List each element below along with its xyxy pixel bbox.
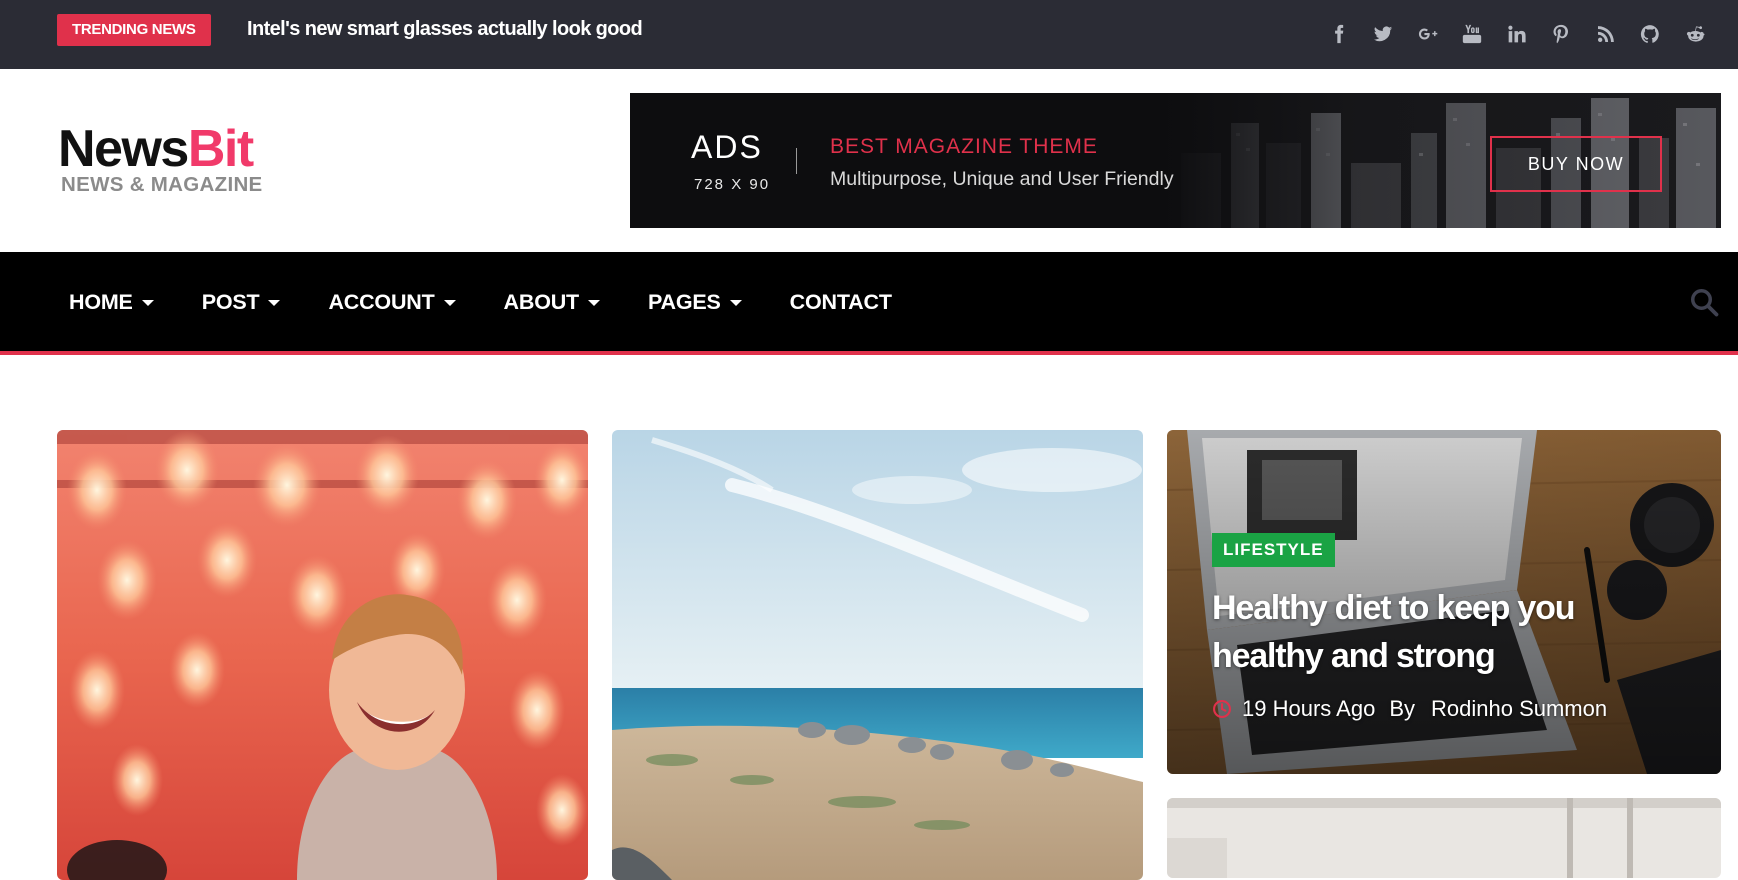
- logo-bit-text: Bit: [187, 120, 254, 178]
- featured-post-card[interactable]: LIFESTYLE Healthy diet to keep you healt…: [1167, 430, 1721, 774]
- nav-item-post[interactable]: POST: [202, 290, 281, 315]
- post-card-2[interactable]: [612, 430, 1143, 880]
- youtube-icon[interactable]: [1450, 18, 1495, 50]
- google-plus-icon[interactable]: [1406, 18, 1451, 50]
- nav-item-contact[interactable]: CONTACT: [790, 290, 892, 315]
- nav-item-label: ABOUT: [503, 289, 580, 314]
- caret-down-icon: [443, 300, 456, 306]
- category-badge[interactable]: LIFESTYLE: [1212, 533, 1335, 567]
- trending-headline-link[interactable]: Intel's new smart glasses actually look …: [247, 18, 643, 41]
- caret-down-icon: [268, 300, 281, 306]
- post-time: 19 Hours Ago: [1242, 696, 1376, 721]
- trending-news-badge: TRENDING NEWS: [57, 14, 211, 46]
- post-meta: 19 Hours Ago By Rodinho Summon: [1212, 696, 1607, 722]
- social-links: [1317, 18, 1718, 50]
- nav-menu: HOME POST ACCOUNT ABOUT PAGES CONTACT: [69, 252, 940, 352]
- nav-item-home[interactable]: HOME: [69, 290, 154, 315]
- pinterest-icon[interactable]: [1539, 18, 1584, 50]
- logo-tagline: NEWS & MAGAZINE: [61, 173, 263, 196]
- nav-item-label: ACCOUNT: [328, 289, 435, 314]
- post-image-person-lights: [57, 430, 588, 880]
- ad-title: BEST MAGAZINE THEME: [830, 135, 1098, 158]
- post-image-beach: [612, 430, 1143, 880]
- post-by-label: By: [1389, 696, 1415, 721]
- github-icon[interactable]: [1628, 18, 1673, 50]
- nav-item-label: CONTACT: [789, 289, 892, 314]
- ad-banner[interactable]: ADS 728 X 90 BEST MAGAZINE THEME Multipu…: [630, 93, 1721, 228]
- post-card-4[interactable]: [1167, 798, 1721, 878]
- twitter-icon[interactable]: [1361, 18, 1406, 50]
- facebook-icon[interactable]: [1317, 18, 1362, 50]
- buy-now-button[interactable]: BUY NOW: [1490, 136, 1662, 192]
- nav-item-label: POST: [201, 289, 260, 314]
- linkedin-icon[interactable]: [1495, 18, 1540, 50]
- top-bar: TRENDING NEWS Intel's new smart glasses …: [0, 0, 1738, 69]
- ad-description: Multipurpose, Unique and User Friendly: [830, 168, 1174, 190]
- post-image-interior: [1167, 798, 1721, 878]
- rss-icon[interactable]: [1584, 18, 1629, 50]
- caret-down-icon: [729, 300, 742, 306]
- reddit-icon[interactable]: [1673, 18, 1718, 50]
- caret-down-icon: [141, 300, 154, 306]
- clock-icon: [1213, 700, 1231, 718]
- nav-item-account[interactable]: ACCOUNT: [328, 289, 456, 315]
- post-author-link[interactable]: Rodinho Summon: [1431, 696, 1607, 722]
- logo-news-text: News: [58, 120, 189, 178]
- nav-item-label: PAGES: [647, 289, 721, 314]
- site-logo[interactable]: NewsBit NEWS & MAGAZINE: [58, 123, 263, 197]
- ad-size-label: 728 X 90: [694, 176, 771, 193]
- nav-item-pages[interactable]: PAGES: [648, 290, 742, 315]
- nav-accent-line: [0, 351, 1738, 355]
- ad-label: ADS: [691, 129, 763, 165]
- post-card-1[interactable]: [57, 430, 588, 880]
- caret-down-icon: [587, 300, 600, 306]
- search-icon[interactable]: [1689, 287, 1721, 319]
- nav-item-label: HOME: [69, 289, 133, 314]
- nav-item-about[interactable]: ABOUT: [504, 290, 600, 315]
- main-navigation: HOME POST ACCOUNT ABOUT PAGES CONTACT: [0, 252, 1738, 352]
- featured-post-title[interactable]: Healthy diet to keep you healthy and str…: [1212, 584, 1652, 680]
- ad-divider: [796, 148, 797, 174]
- logo-wordmark: NewsBit: [58, 123, 263, 175]
